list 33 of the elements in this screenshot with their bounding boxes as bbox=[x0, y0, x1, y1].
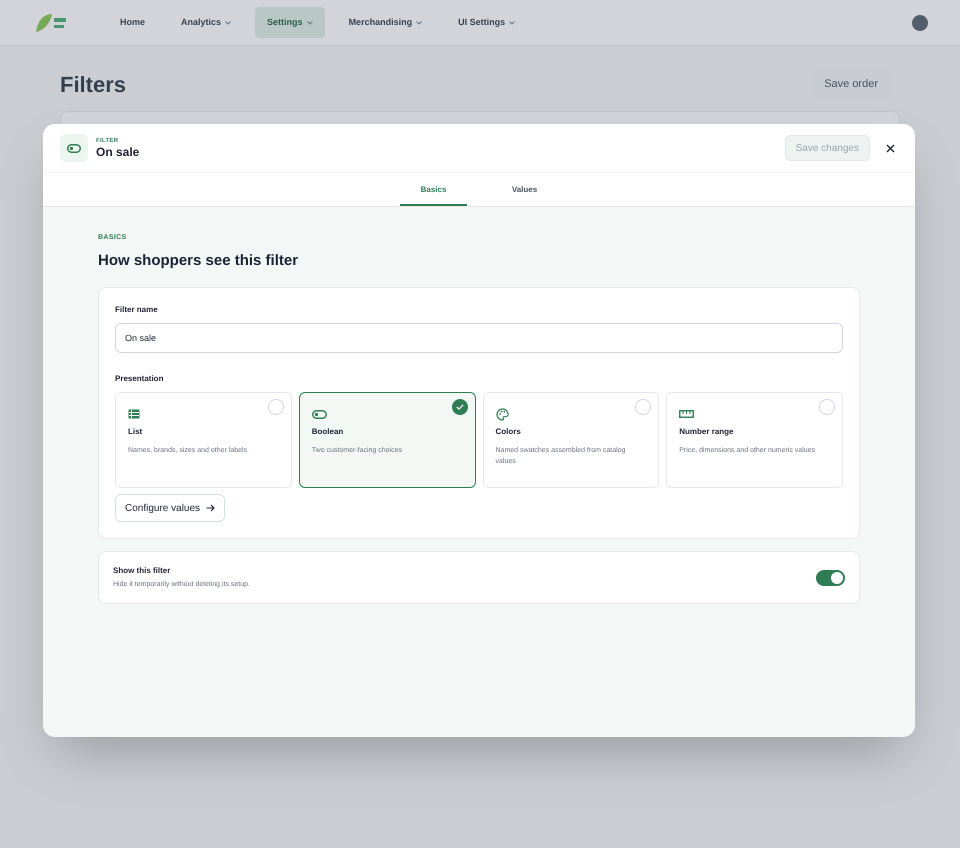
toggle-icon bbox=[312, 410, 327, 418]
nav-item[interactable]: UI Settings bbox=[446, 6, 528, 38]
chevron-down-icon bbox=[225, 20, 232, 24]
toggle-switch[interactable] bbox=[816, 570, 845, 586]
chevron-down-icon bbox=[509, 20, 516, 24]
chevron-down-icon bbox=[416, 20, 422, 24]
check-icon bbox=[452, 399, 468, 415]
option-title: List bbox=[128, 426, 144, 438]
table-icon bbox=[128, 409, 140, 419]
section-title: How shoppers see this filter bbox=[98, 250, 300, 270]
field-label: Presentation bbox=[115, 373, 164, 385]
ruler-icon bbox=[679, 410, 694, 418]
close-icon bbox=[886, 144, 894, 152]
arrow-right-icon bbox=[206, 504, 216, 512]
filter-name-input[interactable]: On sale bbox=[115, 323, 843, 353]
palette-icon bbox=[496, 408, 508, 420]
dialog-title: On sale bbox=[96, 144, 140, 160]
nav-item[interactable]: Home bbox=[108, 6, 158, 38]
toggle-icon bbox=[67, 144, 81, 152]
field-label: Filter name bbox=[115, 304, 159, 316]
page-title: Filters bbox=[60, 71, 126, 99]
tab[interactable]: Basics bbox=[400, 173, 467, 206]
option-title: Number range bbox=[679, 426, 734, 438]
visibility-title: Show this filter bbox=[113, 564, 172, 577]
option-title: Boolean bbox=[312, 426, 344, 438]
tab[interactable]: Values bbox=[491, 173, 558, 206]
option-title: Colors bbox=[496, 426, 522, 438]
avatar-icon[interactable] bbox=[912, 14, 928, 30]
nav-item[interactable]: Merchandising bbox=[336, 6, 434, 38]
nav-item[interactable]: Settings bbox=[255, 6, 325, 38]
nav-item[interactable]: Analytics bbox=[169, 6, 244, 38]
configure-values-button[interactable]: Configure values bbox=[115, 494, 226, 522]
chevron-down-icon bbox=[306, 20, 313, 24]
